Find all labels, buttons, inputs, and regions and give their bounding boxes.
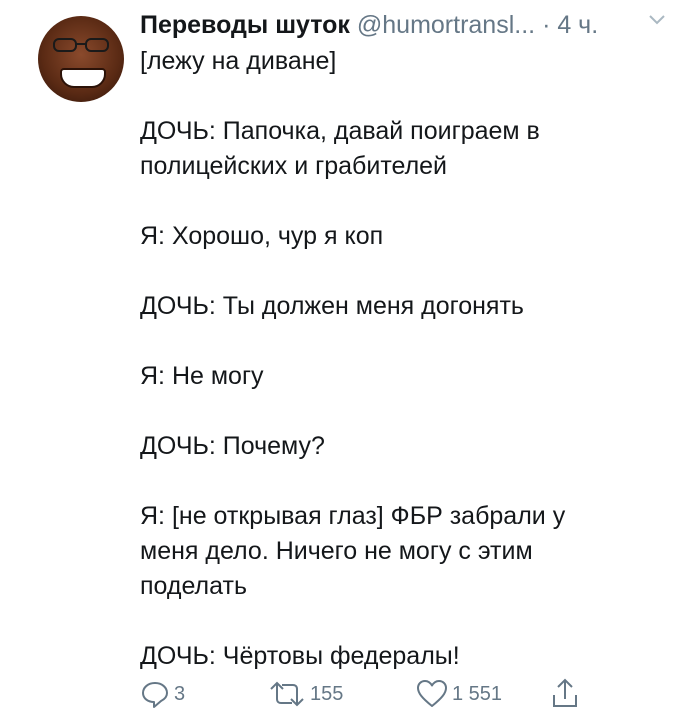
tweet-actions: 3 155 1 551 <box>140 676 600 712</box>
retweet-button[interactable]: 155 <box>268 676 343 712</box>
like-count: 1 551 <box>452 682 503 705</box>
avatar-smile <box>60 68 106 88</box>
tweet-line: Я: Не могу <box>140 362 264 390</box>
tweet-line: меня дело. Ничего не могу с этим <box>140 537 533 565</box>
reply-count: 3 <box>174 682 186 705</box>
retweet-count: 155 <box>310 682 344 705</box>
tweet: Переводы шуток @humortransl... · 4 ч. [л… <box>0 0 700 720</box>
retweet-icon <box>270 681 304 707</box>
tweet-line: ДОЧЬ: Папочка, давай поиграем в <box>140 117 540 145</box>
glasses-graphic <box>53 38 109 52</box>
tweet-line: Я: Хорошо, чур я коп <box>140 222 384 250</box>
reply-button[interactable]: 3 <box>140 676 185 712</box>
author-name[interactable]: Переводы шуток <box>140 11 350 39</box>
tweet-line: ДОЧЬ: Чёртовы федералы! <box>140 642 460 670</box>
tweet-time[interactable]: · 4 ч. <box>542 11 598 39</box>
chevron-down-icon[interactable] <box>648 14 666 26</box>
tweet-line: ДОЧЬ: Почему? <box>140 432 325 460</box>
tweet-line: Я: [не открывая глаз] ФБР забрали у <box>140 502 566 530</box>
avatar[interactable] <box>38 16 124 102</box>
heart-icon <box>417 680 447 707</box>
tweet-line: ДОЧЬ: Ты должен меня догонять <box>140 292 524 320</box>
tweet-line: [лежу на диване] <box>140 47 337 75</box>
tweet-line: полицейских и грабителей <box>140 152 448 180</box>
tweet-header: Переводы шуток @humortransl... · 4 ч. <box>140 10 680 40</box>
share-icon <box>553 678 577 707</box>
tweet-text: [лежу на диване] ДОЧЬ: Папочка, давай пои… <box>140 44 660 674</box>
share-button[interactable] <box>550 676 580 712</box>
author-handle[interactable]: @humortransl... <box>357 11 535 39</box>
tweet-line: поделать <box>140 572 247 600</box>
like-button[interactable]: 1 551 <box>416 676 502 712</box>
reply-icon <box>142 682 168 708</box>
